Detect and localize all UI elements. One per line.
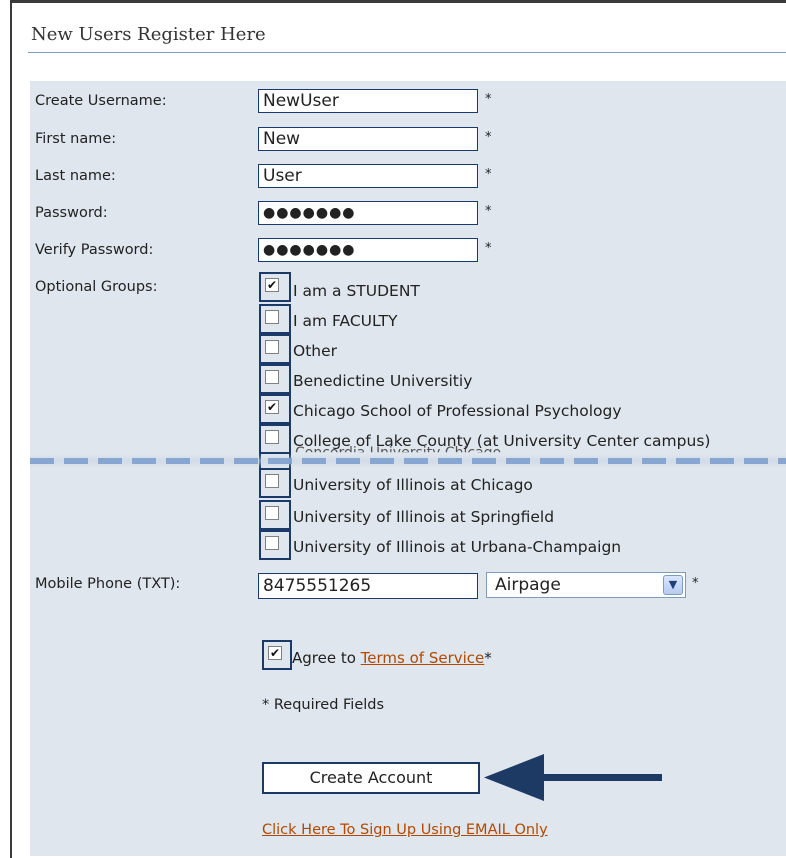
group-uic-label: University of Illinois at Chicago xyxy=(293,476,533,494)
group-uiuc-checkbox[interactable] xyxy=(259,530,291,560)
terms-checkbox[interactable]: ✔ xyxy=(262,640,292,670)
check-mark-icon: ✔ xyxy=(268,646,282,660)
last-name-label: Last name: xyxy=(35,168,116,184)
terms-text: Agree to Terms of Service* xyxy=(292,649,492,667)
title-divider xyxy=(28,52,786,53)
carrier-select[interactable]: Airpage ▼ xyxy=(486,572,686,598)
last-name-required-marker: * xyxy=(485,167,492,182)
check-mark-icon: ✔ xyxy=(265,278,279,292)
group-uiuc-label: University of Illinois at Urbana-Champai… xyxy=(293,538,622,556)
terms-of-service-link[interactable]: Terms of Service xyxy=(361,649,485,667)
group-faculty-label: I am FACULTY xyxy=(293,312,398,330)
password-label: Password: xyxy=(35,205,108,221)
create-account-button[interactable]: Create Account xyxy=(262,762,480,794)
group-chicago-school-checkbox[interactable]: ✔ xyxy=(259,394,291,424)
required-fields-note: * Required Fields xyxy=(262,697,385,713)
verify-password-input[interactable]: ●●●●●●● xyxy=(258,238,478,262)
password-input[interactable]: ●●●●●●● xyxy=(258,201,478,225)
check-mark-icon: ✔ xyxy=(265,400,279,414)
group-student-label: I am a STUDENT xyxy=(293,282,420,300)
verify-password-label: Verify Password: xyxy=(35,242,154,258)
username-label: Create Username: xyxy=(35,93,167,109)
window-top-border xyxy=(10,0,786,3)
chevron-down-icon[interactable]: ▼ xyxy=(663,575,683,595)
group-benedictine-label: Benedictine Universitiy xyxy=(293,372,473,390)
group-uis-checkbox[interactable] xyxy=(259,500,291,530)
group-uic-checkbox[interactable] xyxy=(259,468,291,498)
annotation-arrow-icon xyxy=(484,754,662,801)
group-uis-label: University of Illinois at Springfield xyxy=(293,508,555,526)
mobile-phone-label: Mobile Phone (TXT): xyxy=(35,576,181,592)
carrier-select-value: Airpage xyxy=(495,575,561,595)
password-required-marker: * xyxy=(485,204,492,219)
page-title: New Users Register Here xyxy=(31,24,266,45)
first-name-label: First name: xyxy=(35,131,117,147)
username-input[interactable]: NewUser xyxy=(258,89,478,113)
group-chicago-school-label: Chicago School of Professional Psycholog… xyxy=(293,402,622,420)
mobile-phone-input[interactable]: 8475551265 xyxy=(258,573,478,599)
first-name-required-marker: * xyxy=(485,130,492,145)
group-other-checkbox[interactable] xyxy=(259,334,291,364)
group-student-checkbox[interactable]: ✔ xyxy=(259,272,291,302)
registration-form-panel xyxy=(30,81,786,856)
terms-prefix: Agree to xyxy=(292,649,361,667)
email-signup-link[interactable]: Click Here To Sign Up Using EMAIL Only xyxy=(262,822,548,838)
first-name-input[interactable]: New xyxy=(258,127,478,151)
window-left-border xyxy=(10,0,12,858)
terms-required-marker: * xyxy=(484,649,492,667)
username-required-marker: * xyxy=(485,92,492,107)
screenshot-break-line xyxy=(30,458,786,464)
group-lake-county-checkbox[interactable] xyxy=(259,424,291,454)
group-faculty-checkbox[interactable] xyxy=(259,304,291,334)
group-other-label: Other xyxy=(293,342,338,360)
last-name-input[interactable]: User xyxy=(258,164,478,188)
group-benedictine-checkbox[interactable] xyxy=(259,364,291,394)
optional-groups-label: Optional Groups: xyxy=(35,279,158,295)
verify-password-required-marker: * xyxy=(485,241,492,256)
mobile-required-marker: * xyxy=(692,576,699,591)
